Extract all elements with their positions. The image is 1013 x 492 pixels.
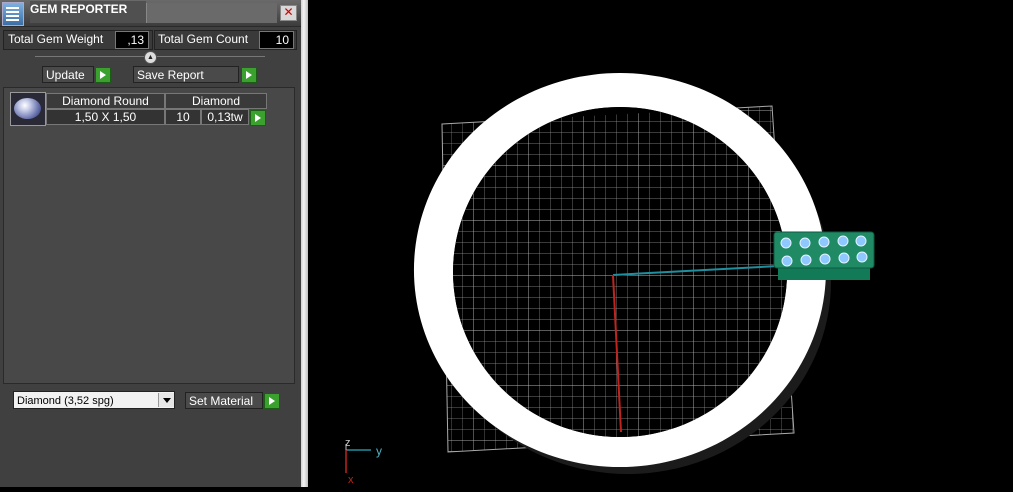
y-axis-label: y — [376, 444, 382, 458]
close-button[interactable]: ✕ — [280, 5, 297, 21]
set-material-go-icon[interactable] — [264, 393, 280, 409]
gem-setting-model[interactable] — [773, 231, 875, 280]
gem-type-header: Diamond Round — [46, 93, 165, 109]
chevron-down-icon[interactable] — [158, 393, 174, 407]
gem-material-header: Diamond — [165, 93, 267, 109]
gem-size-cell: 1,50 X 1,50 — [46, 109, 165, 125]
z-axis-label: z — [345, 437, 351, 449]
save-report-go-icon[interactable] — [241, 67, 257, 83]
total-gem-count-label: Total Gem Count — [158, 32, 249, 46]
gem-reporter-panel: GEM REPORTER ✕ Total Gem Weight ,13 Tota… — [0, 0, 301, 487]
x-axis-label: x — [348, 474, 354, 486]
viewport-scene: z y x — [345, 73, 875, 486]
total-gem-count-value: 10 — [259, 31, 294, 49]
total-gem-weight-value: ,13 — [115, 31, 149, 49]
set-material-button[interactable]: Set Material — [185, 392, 263, 409]
panel-splitter[interactable] — [301, 0, 308, 487]
gem-count-cell: 10 — [165, 109, 201, 125]
axis-gizmo: z y x — [345, 437, 382, 486]
window-title: GEM REPORTER — [30, 1, 146, 23]
gem-row-go-icon[interactable] — [250, 110, 266, 126]
collapse-up-icon[interactable]: ▲ — [144, 51, 157, 64]
title-bar[interactable]: GEM REPORTER ✕ — [0, 0, 301, 27]
title-bar-fill — [146, 3, 277, 23]
total-gem-weight-label: Total Gem Weight — [8, 32, 104, 46]
viewport-3d[interactable]: z y x — [308, 0, 1013, 487]
update-button[interactable]: Update — [42, 66, 94, 83]
update-go-icon[interactable] — [95, 67, 111, 83]
gem-weight-cell: 0,13tw — [201, 109, 249, 125]
save-report-button[interactable]: Save Report — [133, 66, 239, 83]
app-icon — [2, 2, 24, 26]
material-select[interactable]: Diamond (3,52 spg) — [13, 391, 175, 409]
diamond-thumbnail-icon — [10, 92, 46, 126]
gem-list — [3, 87, 295, 384]
